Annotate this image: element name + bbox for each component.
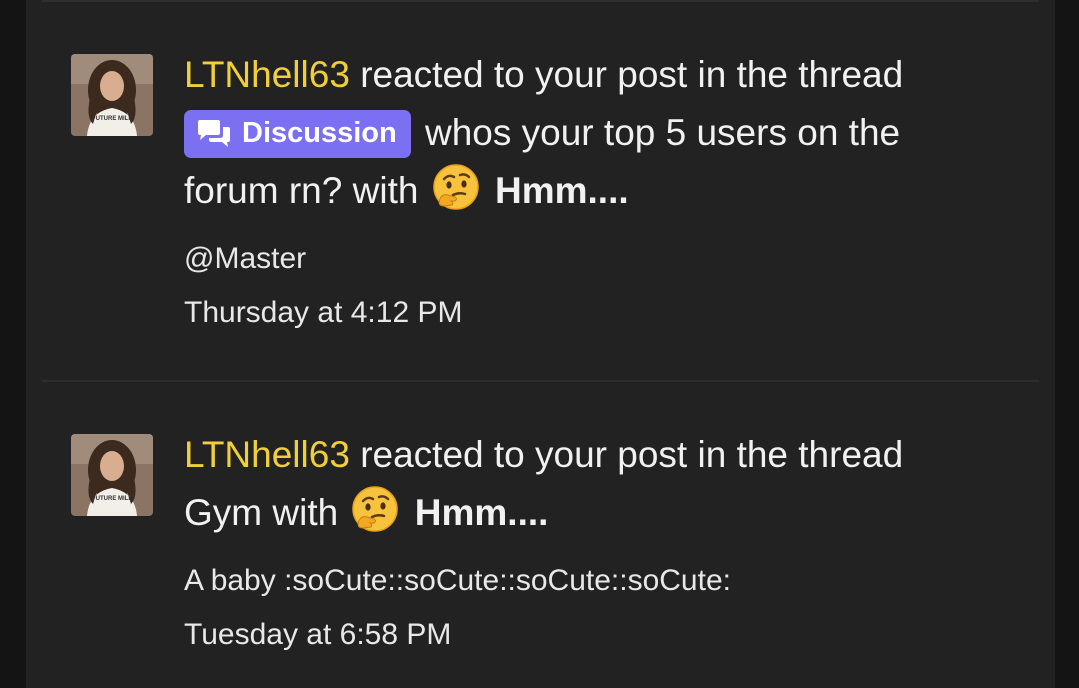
thinking-face-emoji-icon [350, 484, 400, 551]
thread-title-link-continued[interactable]: forum rn? [184, 170, 342, 211]
alert-line-2: Discussion whos your top 5 users on the [184, 104, 1014, 162]
with-text: with [272, 492, 339, 533]
avatar[interactable]: FUTURE MILF [71, 434, 153, 516]
reaction-name: Hmm.... [495, 170, 629, 211]
prefix-label: Discussion [242, 117, 397, 149]
avatar-image: FUTURE MILF [71, 54, 153, 136]
post-snippet: @Master [184, 242, 307, 275]
alert-content: LTNhell63 reacted to your post in the th… [184, 46, 1014, 331]
alert-item[interactable]: FUTURE MILF LTNhell63 reacted to your po… [26, 0, 1055, 380]
thread-prefix-badge[interactable]: Discussion [184, 110, 411, 158]
alert-content: LTNhell63 reacted to your post in the th… [184, 426, 1014, 653]
with-text: with [352, 170, 419, 211]
alerts-panel: FUTURE MILF LTNhell63 reacted to your po… [26, 0, 1055, 688]
alert-timestamp[interactable]: Tuesday at 6:58 PM [184, 617, 1014, 653]
post-snippet: A baby :soCute::soCute::soCute::soCute: [184, 564, 731, 597]
username-link[interactable]: LTNhell63 [184, 434, 350, 475]
avatar-image: FUTURE MILF [71, 434, 153, 516]
alert-line-3: forum rn? with Hmm.... [184, 162, 1014, 229]
action-text: reacted to your post in the thread [360, 434, 904, 475]
reaction-name: Hmm.... [414, 492, 549, 533]
alert-line-1: LTNhell63 reacted to your post in the th… [184, 46, 1014, 104]
username-link[interactable]: LTNhell63 [184, 54, 350, 95]
alert-timestamp[interactable]: Thursday at 4:12 PM [184, 295, 1014, 331]
avatar[interactable]: FUTURE MILF [71, 54, 153, 136]
action-text: reacted to your post in the thread [360, 54, 904, 95]
alert-line-1: LTNhell63 reacted to your post in the th… [184, 426, 1014, 484]
alert-line-2: Gym with Hmm.... [184, 484, 1014, 551]
alert-item[interactable]: FUTURE MILF LTNhell63 reacted to your po… [26, 382, 1055, 688]
thread-title-link[interactable]: Gym [184, 492, 262, 533]
chat-bubbles-icon [198, 120, 230, 147]
svg-text:FUTURE MILF: FUTURE MILF [92, 496, 132, 502]
thread-title-link[interactable]: whos your top 5 users on the [425, 112, 900, 153]
svg-text:FUTURE MILF: FUTURE MILF [92, 116, 132, 122]
thinking-face-emoji-icon [431, 162, 481, 229]
